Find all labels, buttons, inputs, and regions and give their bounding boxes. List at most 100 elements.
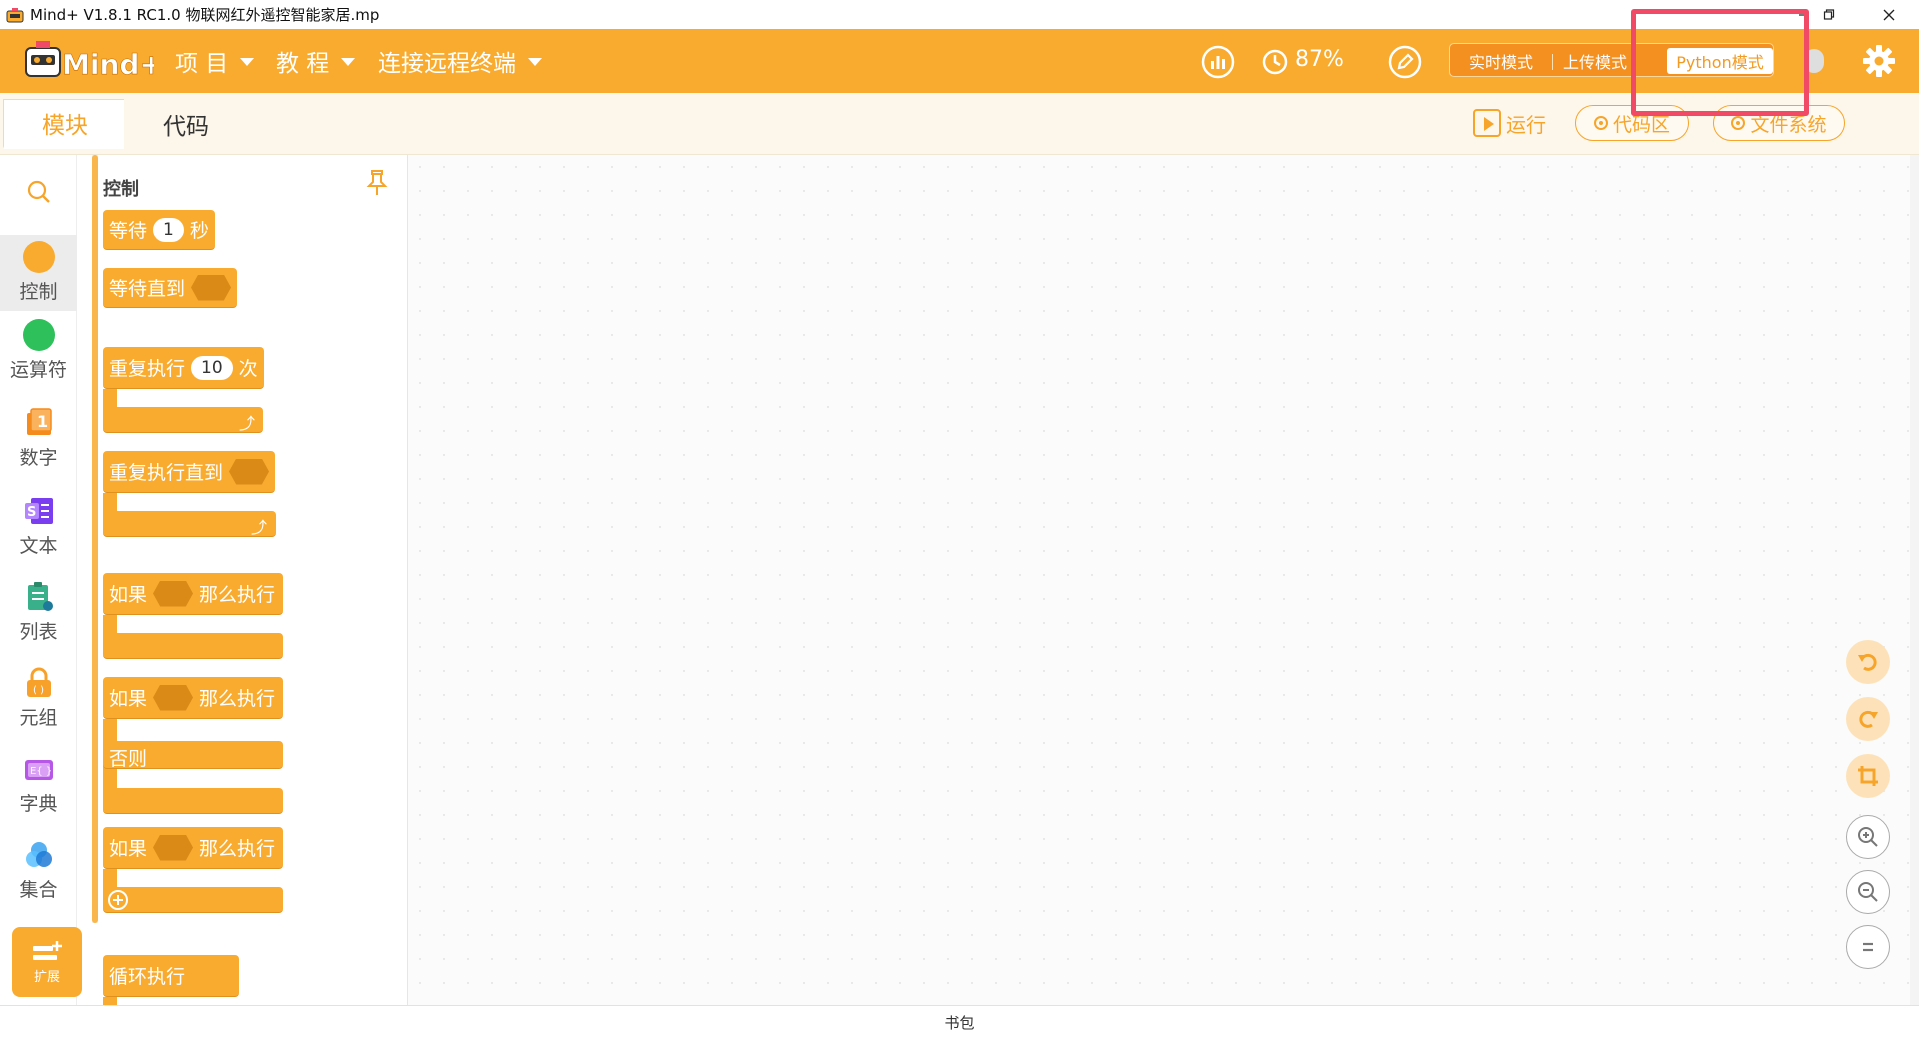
wait-seconds-input[interactable]: 1	[153, 217, 184, 242]
repeat-block-footer: ⤴	[103, 407, 263, 433]
category-list[interactable]: 列表	[0, 575, 77, 651]
block-wait-until[interactable]: 等待直到	[103, 268, 238, 308]
category-tuple[interactable]: ( ) 元组	[0, 661, 77, 737]
if-block-footer	[103, 633, 283, 659]
text-icon: S	[24, 498, 53, 524]
category-number[interactable]: 1 数字	[0, 401, 77, 477]
realtime-mode-button[interactable]: 实时模式	[1462, 48, 1540, 74]
if-extendable-block-footer	[103, 887, 283, 913]
svg-text:S: S	[27, 505, 36, 520]
block-repeat-until[interactable]: 重复执行直到	[103, 451, 276, 493]
block-if3-then-label: 那么执行	[199, 838, 276, 860]
run-label: 运行	[1506, 112, 1546, 137]
category-dict-label: 字典	[19, 793, 58, 815]
operators-circle-icon	[22, 319, 55, 351]
condition-slot[interactable]	[191, 274, 232, 301]
restore-icon	[1823, 8, 1835, 20]
category-dict[interactable]: E{ } 字典	[0, 747, 77, 823]
block-then-label: 那么执行	[199, 584, 276, 606]
category-set[interactable]: 集合	[0, 833, 77, 909]
menu-project[interactable]: 项 目	[175, 43, 255, 79]
upload-mode-button[interactable]: 上传模式	[1563, 48, 1627, 74]
block-else-label: 否则	[109, 748, 148, 770]
chevron-down-icon	[341, 58, 356, 66]
menu-tutorial[interactable]: 教 程	[276, 43, 356, 79]
loop-arrow-icon: ⤴	[239, 414, 256, 433]
mind-plus-app-icon	[6, 7, 24, 22]
menu-remote-terminal-label: 连接远程终端	[378, 51, 516, 77]
tuple-icon: ( )	[26, 667, 51, 697]
category-number-label: 数字	[19, 447, 58, 469]
zoom-in-button[interactable]	[1846, 815, 1890, 859]
extension-label: 扩展	[33, 969, 60, 985]
block-forever[interactable]: 循环执行	[103, 955, 239, 997]
pin-icon[interactable]	[366, 169, 388, 197]
tab-code[interactable]: 代码	[124, 99, 248, 149]
svg-text:( ): ( )	[33, 685, 44, 696]
backpack-bar[interactable]: 书包	[0, 1005, 1919, 1039]
close-window-button[interactable]	[1866, 0, 1912, 29]
block-if-then[interactable]: 如果 那么执行	[103, 573, 283, 615]
app-window: Mind+ V1.8.1 RC1.0 物联网红外遥控智能家居.mp Mind+ …	[0, 0, 1919, 1039]
undo-button[interactable]	[1846, 640, 1890, 684]
clock-icon	[1262, 49, 1288, 75]
block-palette: 控制 等待 1 秒 等待直到 重复执行 10 次 ⤴ 重复执行直到 ⤴ 如果 那…	[98, 155, 408, 1005]
dashboard-icon[interactable]	[1200, 44, 1236, 80]
block-repeat-unit: 次	[238, 358, 258, 380]
tab-blocks[interactable]: 模块	[3, 99, 127, 149]
category-control-label: 控制	[19, 281, 58, 303]
search-blocks-button[interactable]	[0, 167, 77, 217]
block-wait-until-label: 等待直到	[109, 278, 186, 300]
run-button[interactable]: 运行	[1473, 105, 1546, 141]
radio-dot-icon	[1731, 116, 1746, 130]
condition-slot[interactable]	[229, 458, 270, 485]
category-operators[interactable]: 运算符	[0, 313, 77, 389]
menu-remote-terminal[interactable]: 连接远程终端	[378, 43, 542, 79]
condition-slot[interactable]	[153, 834, 194, 861]
block-repeat-label: 重复执行	[109, 358, 186, 380]
block-if-else-label: 如果	[109, 688, 148, 710]
tab-blocks-label: 模块	[42, 113, 88, 139]
equals-icon	[1863, 942, 1873, 952]
category-control[interactable]: 控制	[0, 235, 77, 311]
condition-slot[interactable]	[153, 580, 194, 607]
category-text[interactable]: S 文本	[0, 489, 77, 565]
gear-icon[interactable]	[1861, 43, 1897, 79]
repeat-count-input[interactable]: 10	[191, 355, 233, 380]
menu-tutorial-label: 教 程	[276, 51, 330, 77]
block-workspace[interactable]	[408, 155, 1919, 1005]
condition-slot[interactable]	[153, 684, 194, 711]
redo-button[interactable]	[1846, 697, 1890, 741]
block-repeat-times[interactable]: 重复执行 10 次	[103, 347, 264, 389]
realtime-mode-label: 实时模式	[1468, 53, 1533, 72]
zoom-out-icon	[1858, 882, 1878, 902]
zoom-in-icon	[1858, 827, 1878, 847]
zoom-reset-button[interactable]	[1846, 925, 1890, 969]
edit-icon[interactable]	[1387, 44, 1423, 80]
block-wait-seconds[interactable]: 等待 1 秒	[103, 210, 215, 250]
chevron-down-icon	[528, 58, 542, 66]
mode-divider	[1552, 54, 1553, 70]
close-icon	[1883, 9, 1895, 20]
block-wait-unit: 秒	[189, 220, 209, 242]
zoom-out-button[interactable]	[1846, 870, 1890, 914]
extension-icon	[33, 940, 62, 960]
block-wait-label: 等待	[109, 220, 148, 242]
block-if-then-extendable[interactable]: 如果 那么执行	[103, 827, 283, 869]
control-circle-icon	[22, 241, 55, 273]
extension-button[interactable]: 扩展	[12, 927, 82, 997]
block-if-then-else[interactable]: 如果 那么执行	[103, 677, 283, 719]
svg-text:E{ }: E{ }	[30, 766, 52, 777]
svg-text:Mind+: Mind+	[62, 48, 154, 81]
play-icon	[1473, 109, 1501, 137]
block-if3-label: 如果	[109, 838, 148, 860]
restore-button[interactable]	[1806, 0, 1852, 29]
cleanup-button[interactable]	[1846, 754, 1890, 798]
window-title: Mind+ V1.8.1 RC1.0 物联网红外遥控智能家居.mp	[30, 6, 380, 24]
palette-category-title: 控制	[103, 179, 139, 200]
block-repeat-until-label: 重复执行直到	[109, 462, 224, 484]
backpack-label: 书包	[944, 1014, 975, 1032]
repeat-until-block-footer: ⤴	[103, 511, 276, 537]
add-branch-icon[interactable]	[107, 889, 129, 911]
block-if-label: 如果	[109, 584, 148, 606]
